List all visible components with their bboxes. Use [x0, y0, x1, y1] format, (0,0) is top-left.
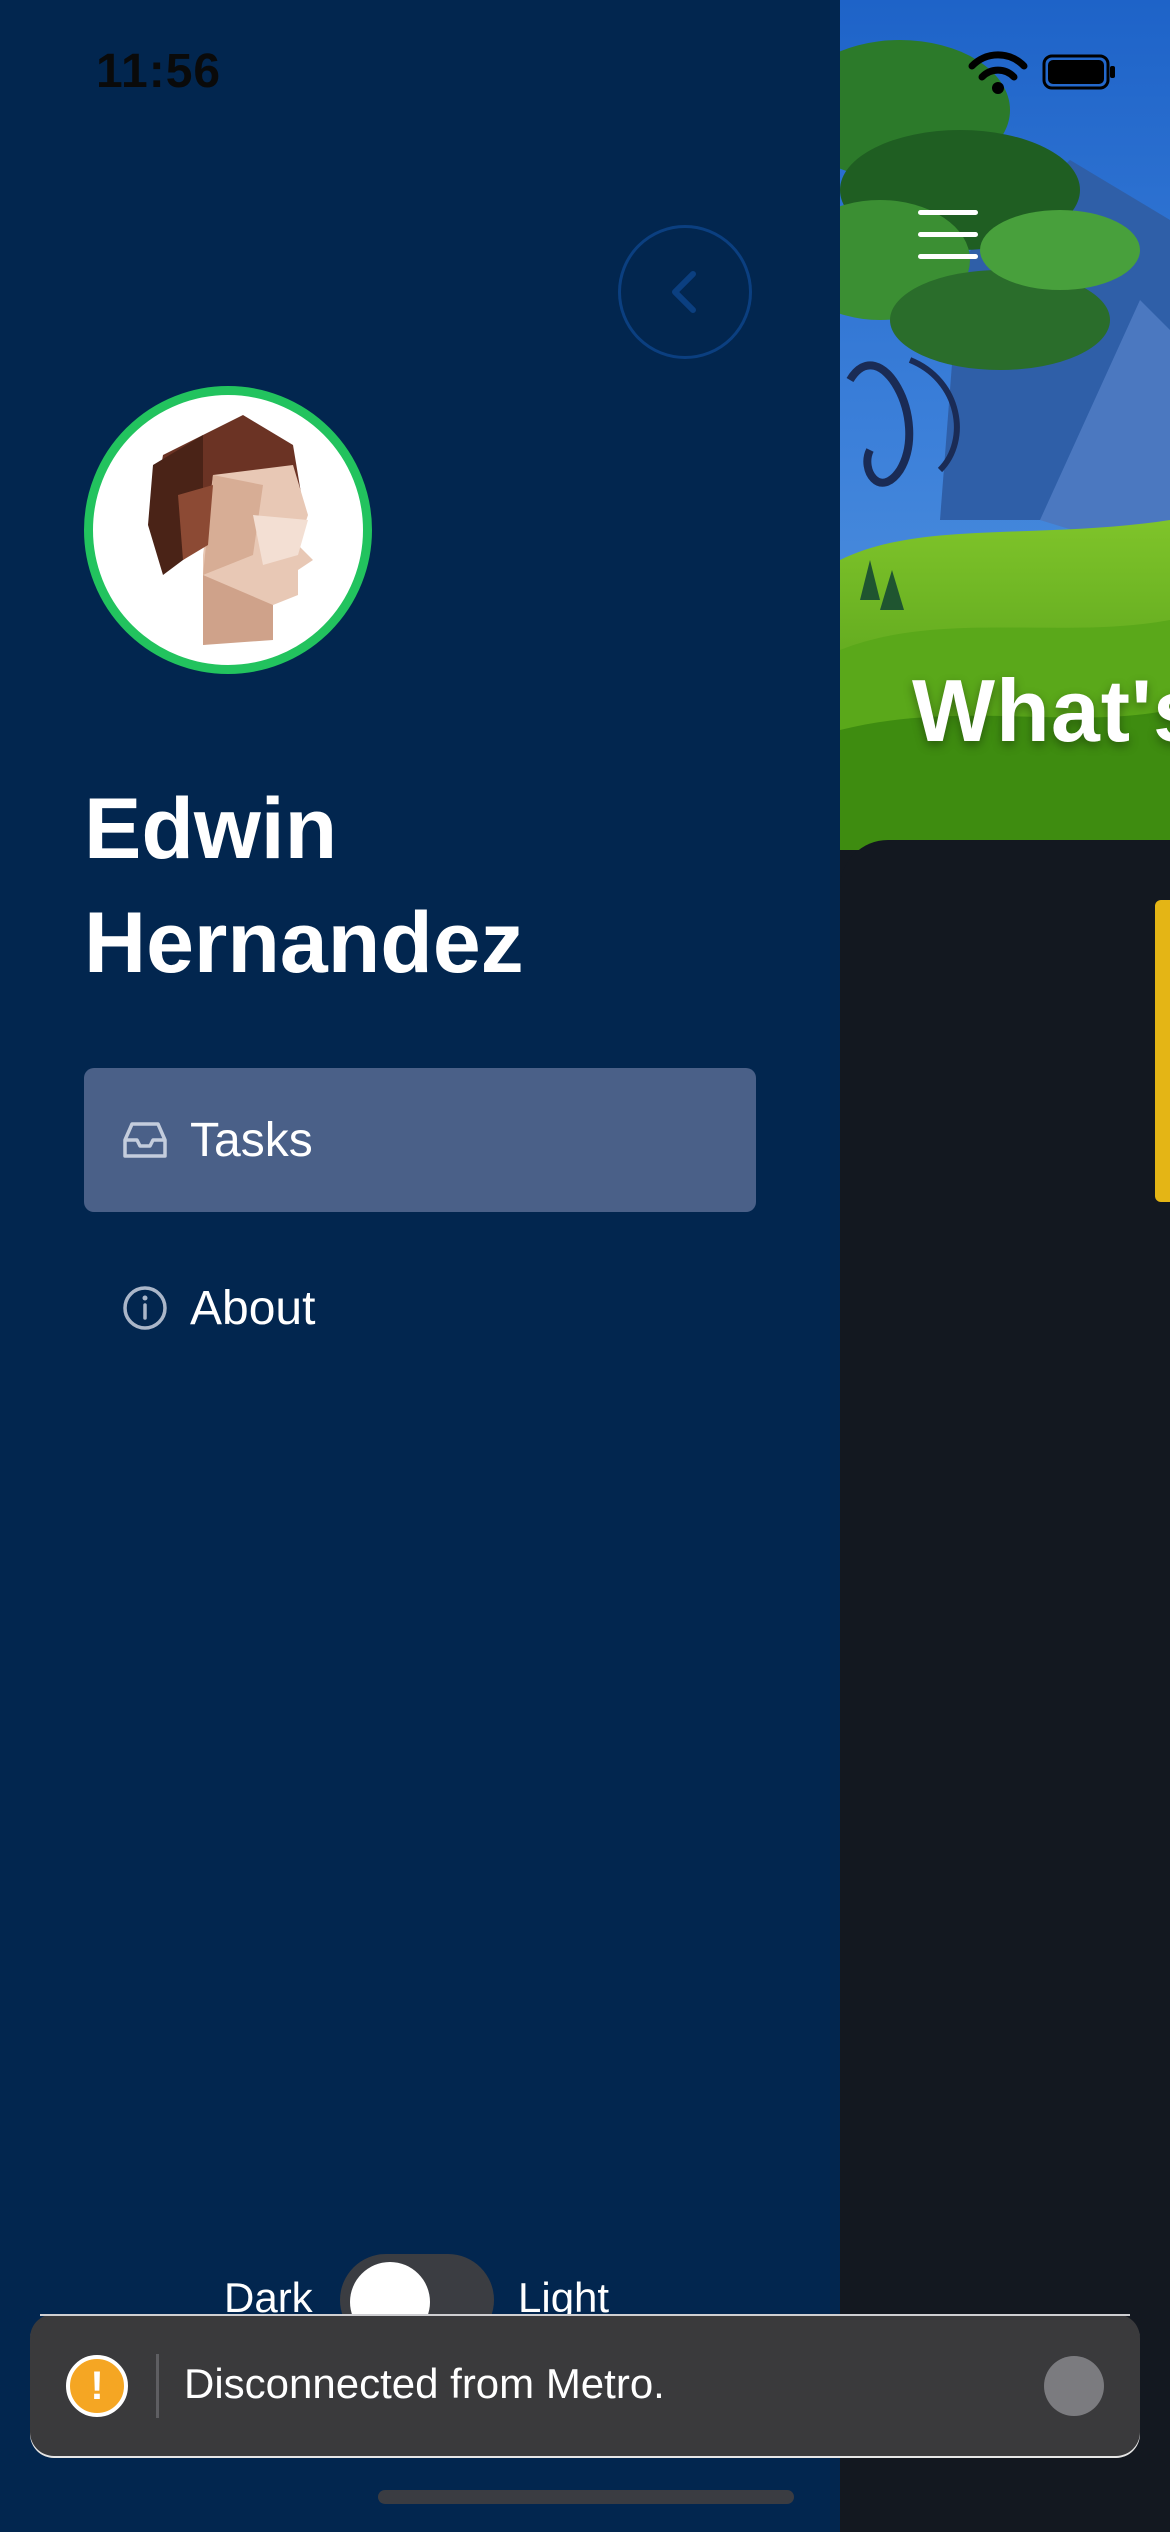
close-drawer-button[interactable]: [618, 225, 752, 359]
main-screen: What's: [840, 0, 1170, 2532]
content-sheet: [840, 840, 1170, 2532]
user-last-name: Hernandez: [84, 895, 524, 991]
user-name: Edwin Hernandez: [84, 772, 784, 1000]
avatar-portrait: [148, 415, 313, 645]
inbox-icon: [122, 1116, 170, 1164]
nav-item-about[interactable]: About: [84, 1236, 756, 1380]
toast-divider: [156, 2354, 159, 2418]
toast-border: [40, 2314, 1130, 2316]
battery-icon: [1042, 54, 1115, 90]
toast-notification[interactable]: ! Disconnected from Metro.: [30, 2314, 1140, 2458]
avatar: [84, 386, 372, 674]
hero-title: What's: [912, 661, 1170, 760]
info-icon: [122, 1284, 170, 1332]
nav-item-tasks[interactable]: Tasks: [84, 1068, 756, 1212]
task-card-edge[interactable]: [1155, 900, 1170, 1202]
home-indicator[interactable]: [378, 2490, 794, 2504]
nav-label-about: About: [190, 1281, 316, 1335]
wifi-icon: [968, 51, 1028, 94]
chevron-left-icon: [672, 271, 696, 313]
user-first-name: Edwin: [84, 781, 338, 877]
navigation-drawer: 11:56 Edwin Hernandez Tasks About Dark L…: [0, 0, 840, 2532]
status-time: 11:56: [96, 45, 222, 98]
status-icons: [968, 51, 1115, 94]
menu-button[interactable]: [918, 210, 982, 262]
warning-icon: !: [66, 2355, 128, 2417]
toast-dismiss-button[interactable]: [1044, 2356, 1104, 2416]
hero-banner: What's: [840, 0, 1170, 850]
toast-message: Disconnected from Metro.: [184, 2360, 665, 2407]
nav-label-tasks: Tasks: [190, 1113, 313, 1167]
